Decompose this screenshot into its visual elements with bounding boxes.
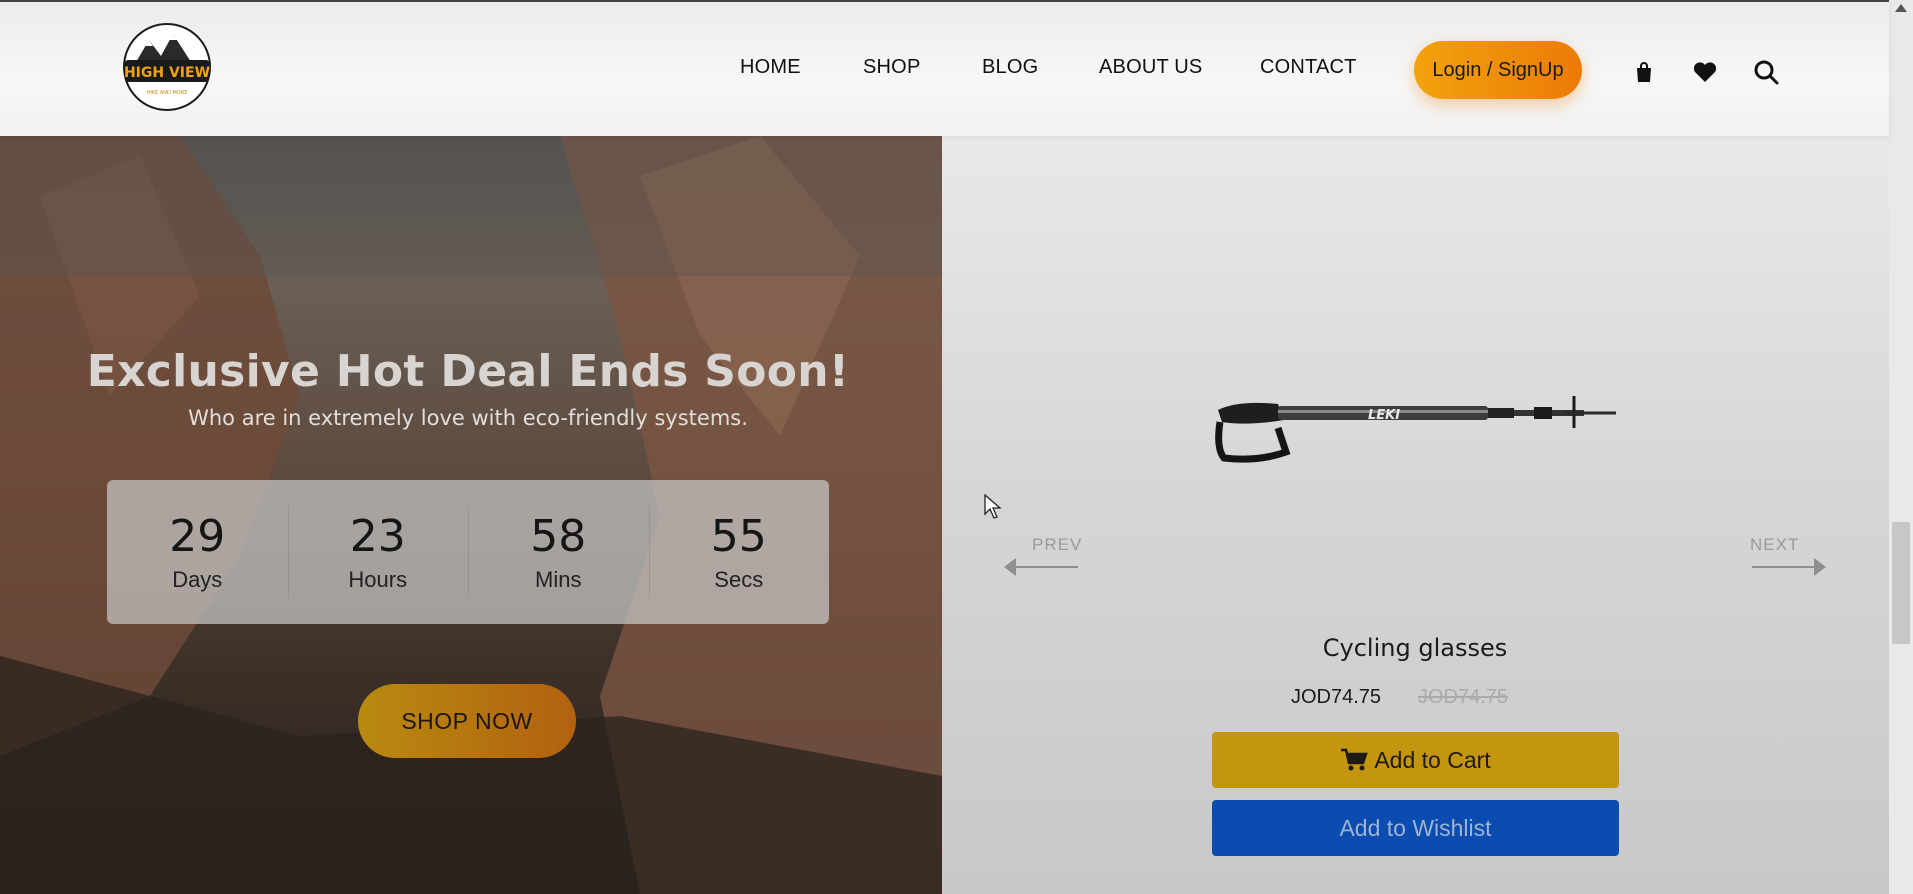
svg-text:HIGH VIEW: HIGH VIEW: [124, 65, 210, 81]
product-price: JOD74.75: [1291, 686, 1382, 708]
countdown-label: Hours: [348, 567, 408, 592]
deal-title: Exclusive Hot Deal Ends Soon!: [86, 346, 850, 397]
nav-contact[interactable]: CONTACT: [1260, 56, 1357, 79]
cart-icon: [1341, 748, 1369, 771]
page-scrollbar[interactable]: [1889, 0, 1913, 894]
carousel-prev[interactable]: PREV: [1032, 535, 1082, 555]
countdown-timer: 29 Days 23 Hours 58 Mins 55 Secs: [107, 480, 829, 624]
prev-arrowhead-icon: [1004, 558, 1016, 576]
carousel-next[interactable]: NEXT: [1750, 535, 1799, 555]
scrollbar-thumb[interactable]: [1892, 522, 1910, 644]
countdown-secs: 55 Secs: [648, 480, 830, 624]
countdown-label: Secs: [714, 567, 764, 592]
login-signup-button[interactable]: Login / SignUp: [1414, 41, 1582, 99]
product-old-price: JOD74.75: [1418, 686, 1509, 708]
countdown-days: 29 Days: [107, 480, 288, 624]
add-to-cart-label: Add to Cart: [1374, 746, 1491, 773]
nav-home[interactable]: HOME: [740, 56, 801, 79]
nav-blog[interactable]: BLOG: [982, 56, 1038, 79]
countdown-hours: 23 Hours: [287, 480, 469, 624]
countdown-value: 29: [169, 511, 226, 562]
svg-text:LEKI: LEKI: [1368, 408, 1400, 423]
search-icon[interactable]: [1752, 58, 1780, 86]
countdown-mins: 58 Mins: [468, 480, 649, 624]
high-view-logo[interactable]: HIGH VIEW HIKE AND MORE: [115, 22, 219, 112]
deal-subtitle: Who are in extremely love with eco-frien…: [188, 406, 748, 430]
nav-shop[interactable]: SHOP: [863, 56, 920, 79]
countdown-label: Days: [172, 567, 223, 592]
shopping-bag-icon[interactable]: [1630, 58, 1658, 86]
countdown-label: Mins: [535, 567, 582, 592]
countdown-value: 55: [710, 511, 767, 562]
add-to-cart-button[interactable]: Add to Cart: [1212, 732, 1619, 788]
countdown-value: 58: [530, 511, 587, 562]
nav-about-us[interactable]: ABOUT US: [1099, 56, 1202, 79]
next-arrowhead-icon: [1814, 558, 1826, 576]
add-to-wishlist-button[interactable]: Add to Wishlist: [1212, 800, 1619, 856]
shop-now-button[interactable]: SHOP NOW: [358, 684, 576, 758]
scroll-up-icon[interactable]: [1895, 4, 1907, 12]
svg-text:HIKE AND MORE: HIKE AND MORE: [147, 90, 188, 96]
countdown-value: 23: [349, 511, 406, 562]
product-name[interactable]: Cycling glasses: [1212, 634, 1618, 662]
prev-arrow-icon[interactable]: [1008, 566, 1078, 568]
hero-deal-banner: Exclusive Hot Deal Ends Soon! Who are in…: [0, 136, 942, 894]
site-header: HIGH VIEW HIKE AND MORE HOME SHOP BLOG A…: [0, 0, 1889, 136]
trekking-pole-image[interactable]: LEKI: [1208, 392, 1618, 472]
mouse-cursor-icon: [984, 494, 1002, 519]
heart-icon[interactable]: [1691, 58, 1719, 86]
